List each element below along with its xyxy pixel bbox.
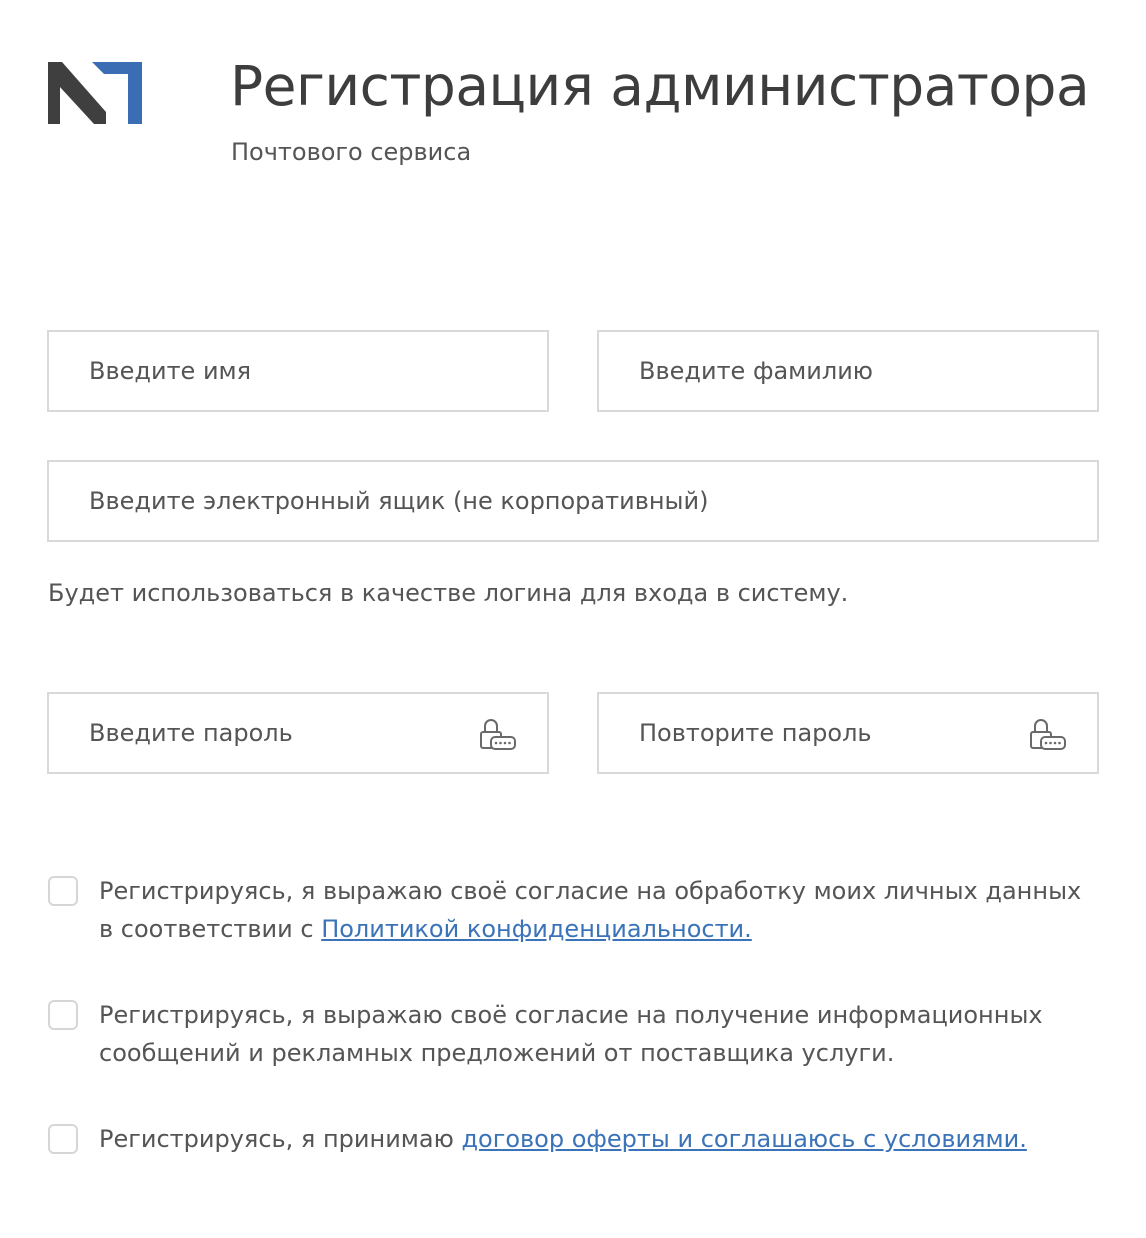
consent-marketing-label: Регистрируясь, я выражаю своё согласие н… bbox=[99, 1001, 1043, 1067]
email-hint: Будет использоваться в качестве логина д… bbox=[48, 579, 849, 607]
consent-offer-checkbox[interactable] bbox=[48, 1124, 78, 1154]
consent-privacy-text: Регистрируясь, я выражаю своё согласие н… bbox=[99, 872, 1099, 948]
password-repeat-lock-icon[interactable] bbox=[1029, 718, 1067, 752]
password-lock-icon[interactable] bbox=[479, 718, 517, 752]
consent-privacy-checkbox[interactable] bbox=[48, 876, 78, 906]
password-placeholder: Введите пароль bbox=[89, 719, 293, 747]
privacy-policy-link[interactable]: Политикой конфиденциальности. bbox=[321, 915, 752, 943]
consent-marketing-text: Регистрируясь, я выражаю своё согласие н… bbox=[99, 996, 1099, 1072]
email-placeholder: Введите электронный ящик (не корпоративн… bbox=[89, 487, 709, 515]
last-name-placeholder: Введите фамилию bbox=[639, 357, 874, 385]
page-title: Регистрация администратора bbox=[230, 54, 1090, 118]
password-repeat-placeholder: Повторите пароль bbox=[639, 719, 872, 747]
last-name-field[interactable]: Введите фамилию bbox=[597, 330, 1099, 412]
first-name-field[interactable]: Введите имя bbox=[47, 330, 549, 412]
password-repeat-field[interactable]: Повторите пароль bbox=[597, 692, 1099, 774]
consent-offer-text: Регистрируясь, я принимаю договор оферты… bbox=[99, 1120, 1099, 1158]
first-name-placeholder: Введите имя bbox=[89, 357, 252, 385]
password-field[interactable]: Введите пароль bbox=[47, 692, 549, 774]
consent-offer-label: Регистрируясь, я принимаю bbox=[99, 1125, 462, 1153]
consent-marketing-checkbox[interactable] bbox=[48, 1000, 78, 1030]
m-logo-icon bbox=[48, 62, 142, 124]
offer-agreement-link[interactable]: договор оферты и соглашаюсь с условиями. bbox=[461, 1125, 1026, 1153]
email-field[interactable]: Введите электронный ящик (не корпоративн… bbox=[47, 460, 1099, 542]
page-subtitle: Почтового сервиса bbox=[231, 138, 472, 166]
